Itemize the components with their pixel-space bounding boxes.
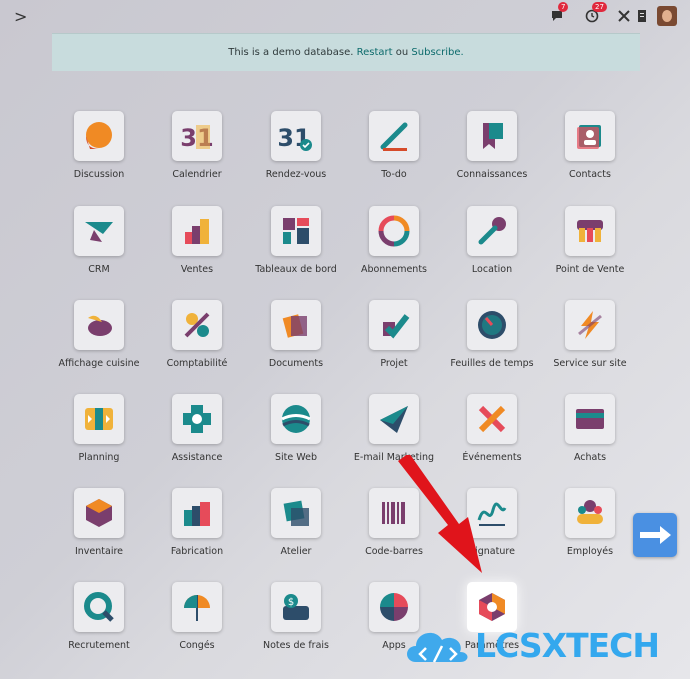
app-rental[interactable]: Location bbox=[443, 206, 541, 296]
app-discussion[interactable]: Discussion bbox=[50, 111, 148, 201]
red-pointer-arrow-icon bbox=[398, 455, 482, 573]
expenses-icon: $ bbox=[271, 582, 321, 632]
app-label: Point de Vente bbox=[555, 264, 625, 275]
chat-badge: 7 bbox=[558, 2, 569, 12]
crm-icon bbox=[74, 206, 124, 256]
kitchen-icon bbox=[74, 300, 124, 350]
restart-link[interactable]: Restart bbox=[357, 47, 393, 58]
right-arrow-icon bbox=[633, 513, 677, 557]
app-label: Employés bbox=[566, 546, 614, 557]
sales-icon bbox=[172, 206, 222, 256]
app-documents[interactable]: Documents bbox=[247, 300, 345, 390]
website-icon bbox=[271, 394, 321, 444]
app-knowledge[interactable]: Connaissances bbox=[443, 111, 541, 201]
app-contacts[interactable]: Contacts bbox=[541, 111, 639, 201]
app-workshop[interactable]: Atelier bbox=[247, 488, 345, 578]
app-kitchen[interactable]: Affichage cuisine bbox=[50, 300, 148, 390]
app-calendar[interactable]: 31Calendrier bbox=[148, 111, 246, 201]
contacts-icon bbox=[565, 111, 615, 161]
demo-database-banner: This is a demo database. Restart ou Subs… bbox=[52, 33, 640, 71]
app-label: Achats bbox=[573, 452, 607, 463]
app-planning[interactable]: Planning bbox=[50, 394, 148, 484]
email-marketing-icon bbox=[369, 394, 419, 444]
dashboard-icon bbox=[271, 206, 321, 256]
app-employees[interactable]: Employés bbox=[541, 488, 639, 578]
app-label: Service sur site bbox=[553, 358, 627, 369]
chat-icon[interactable]: 7 bbox=[548, 2, 569, 26]
tools-icon[interactable] bbox=[614, 6, 634, 26]
app-todo[interactable]: To-do bbox=[345, 111, 443, 201]
app-subscription[interactable]: Abonnements bbox=[345, 206, 443, 296]
demo-banner-separator: ou bbox=[395, 47, 409, 58]
app-recruitment[interactable]: Recrutement bbox=[50, 582, 148, 672]
app-purchase[interactable]: Achats bbox=[541, 394, 639, 484]
cloud-code-icon bbox=[407, 632, 468, 663]
time-off-icon bbox=[172, 582, 222, 632]
app-inventory[interactable]: Inventaire bbox=[50, 488, 148, 578]
todo-icon bbox=[369, 111, 419, 161]
app-manufacturing[interactable]: Fabrication bbox=[148, 488, 246, 578]
user-avatar[interactable] bbox=[657, 6, 677, 26]
lcsxtech-watermark: LCSXTECH bbox=[400, 612, 690, 672]
events-icon bbox=[467, 394, 517, 444]
subscription-icon bbox=[369, 206, 419, 256]
app-helpdesk[interactable]: Assistance bbox=[148, 394, 246, 484]
employees-icon bbox=[565, 488, 615, 538]
app-accounting[interactable]: Comptabilité bbox=[148, 300, 246, 390]
app-timesheet[interactable]: Feuilles de temps bbox=[443, 300, 541, 390]
rental-icon bbox=[467, 206, 517, 256]
appointment-icon: 31 bbox=[271, 111, 321, 161]
workshop-icon bbox=[271, 488, 321, 538]
app-label: Contacts bbox=[569, 169, 611, 180]
project-icon bbox=[369, 300, 419, 350]
pos-icon bbox=[565, 206, 615, 256]
app-time-off[interactable]: Congés bbox=[148, 582, 246, 672]
app-pos[interactable]: Point de Vente bbox=[541, 206, 639, 296]
inventory-icon bbox=[74, 488, 124, 538]
app-expenses[interactable]: $ Notes de frais bbox=[247, 582, 345, 672]
planning-icon bbox=[74, 394, 124, 444]
knowledge-icon bbox=[467, 111, 517, 161]
app-dashboard[interactable]: Tableaux de bord bbox=[247, 206, 345, 296]
demo-banner-text: This is a demo database. bbox=[228, 47, 354, 58]
calendar-icon: 31 bbox=[172, 111, 222, 161]
app-crm[interactable]: CRM bbox=[50, 206, 148, 296]
activity-clock-icon[interactable]: 27 bbox=[582, 2, 607, 26]
chevron-right-icon[interactable]: > bbox=[14, 7, 27, 26]
document-icon[interactable] bbox=[632, 6, 652, 26]
timesheet-icon bbox=[467, 300, 517, 350]
accounting-icon bbox=[172, 300, 222, 350]
svg-text:$: $ bbox=[288, 597, 294, 608]
purchase-icon bbox=[565, 394, 615, 444]
app-website[interactable]: Site Web bbox=[247, 394, 345, 484]
app-project[interactable]: Projet bbox=[345, 300, 443, 390]
documents-icon bbox=[271, 300, 321, 350]
app-sales[interactable]: Ventes bbox=[148, 206, 246, 296]
discussion-icon bbox=[74, 111, 124, 161]
subscribe-link[interactable]: Subscribe. bbox=[411, 47, 463, 58]
activity-badge: 27 bbox=[592, 2, 607, 12]
manufacturing-icon bbox=[172, 488, 222, 538]
helpdesk-icon bbox=[172, 394, 222, 444]
top-navbar: > 7 27 bbox=[0, 0, 690, 32]
field-service-icon bbox=[565, 300, 615, 350]
watermark-text: LCSXTECH bbox=[475, 626, 660, 665]
recruitment-icon bbox=[74, 582, 124, 632]
app-appointment[interactable]: 31 Rendez-vous bbox=[247, 111, 345, 201]
app-field-service[interactable]: Service sur site bbox=[541, 300, 639, 390]
